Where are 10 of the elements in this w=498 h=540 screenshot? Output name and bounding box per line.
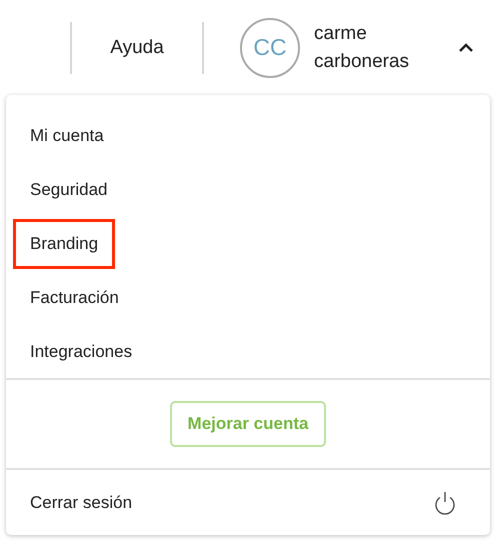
chevron-up-icon[interactable] [458, 42, 474, 52]
menu-item[interactable]: Seguridad [30, 180, 108, 200]
logout-item[interactable]: Cerrar sesión [30, 492, 132, 512]
menu-item[interactable]: Branding [13, 219, 116, 269]
user-name[interactable]: carme carboneras [314, 20, 434, 76]
menu-item[interactable]: Mi cuenta [30, 126, 104, 146]
power-icon[interactable] [434, 490, 456, 514]
help-link[interactable]: Ayuda [72, 36, 202, 58]
menu-item[interactable]: Facturación [30, 288, 119, 308]
menu-item[interactable]: Integraciones [30, 342, 132, 362]
